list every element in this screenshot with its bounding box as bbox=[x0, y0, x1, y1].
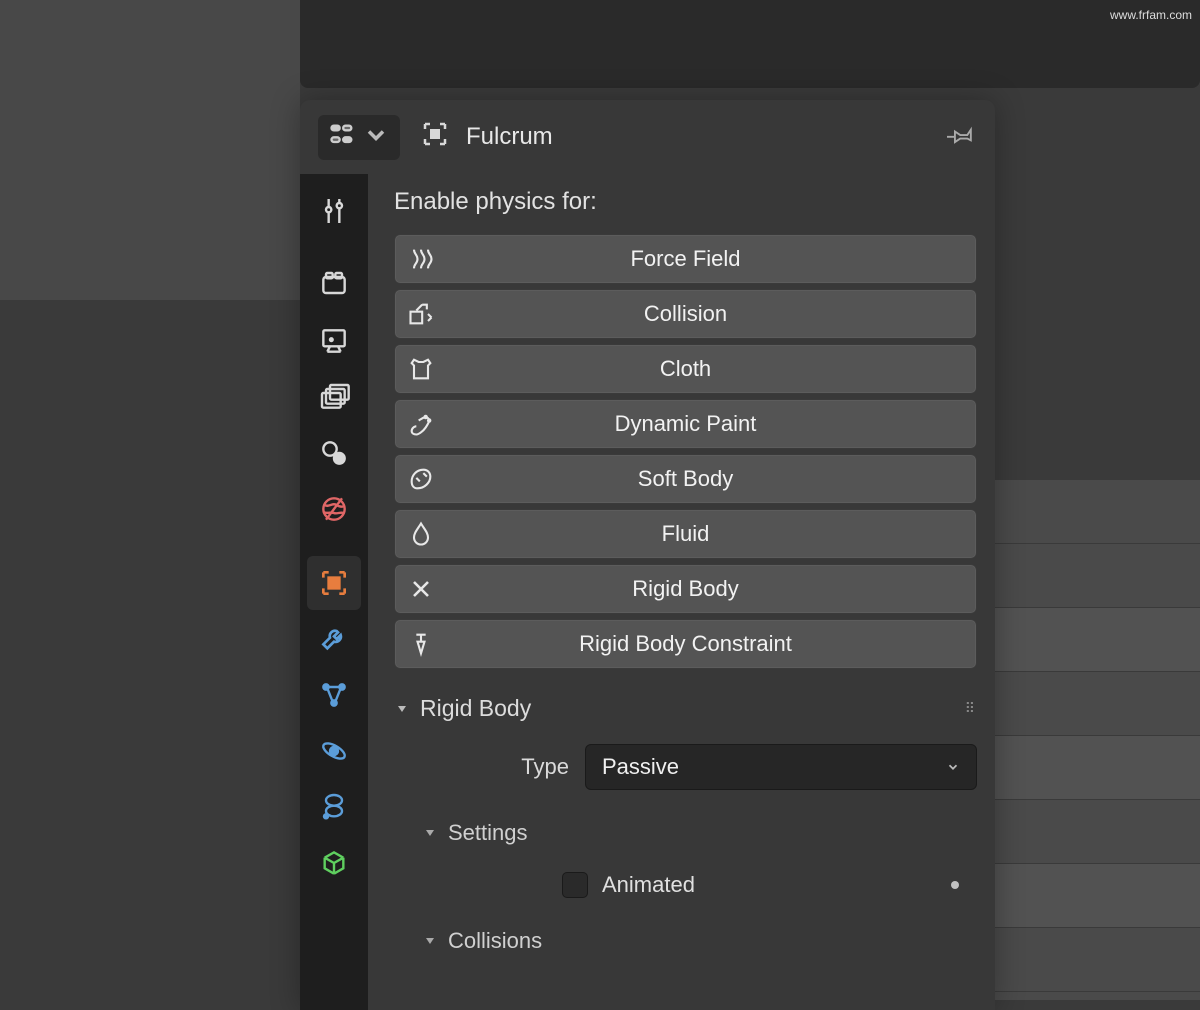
panel-body: Enable physics for: Force Field Collision… bbox=[300, 174, 995, 1010]
modifier-tab[interactable] bbox=[307, 612, 361, 666]
particles-tab[interactable] bbox=[307, 668, 361, 722]
object-tab[interactable] bbox=[307, 556, 361, 610]
object-name: Fulcrum bbox=[466, 123, 553, 151]
render-tab[interactable] bbox=[307, 258, 361, 312]
pin-button[interactable] bbox=[947, 120, 977, 155]
scene-tab[interactable] bbox=[307, 426, 361, 480]
fluid-icon bbox=[395, 520, 447, 548]
physics-button[interactable]: Rigid Body Constraint bbox=[394, 619, 977, 669]
viewlayer-tab[interactable] bbox=[307, 370, 361, 424]
physics-button-label: Fluid bbox=[447, 521, 976, 547]
type-row: Type Passive bbox=[394, 744, 977, 790]
physics-button-label: Rigid Body Constraint bbox=[447, 631, 976, 657]
physics-tab[interactable] bbox=[307, 724, 361, 778]
enable-physics-label: Enable physics for: bbox=[394, 188, 977, 216]
settings-header[interactable]: Settings bbox=[422, 816, 977, 850]
panel-header: Fulcrum bbox=[300, 100, 995, 174]
data-tab[interactable] bbox=[307, 836, 361, 890]
physics-button[interactable]: Cloth bbox=[394, 344, 977, 394]
physics-button-label: Dynamic Paint bbox=[447, 411, 976, 437]
properties-tabs bbox=[300, 174, 368, 1010]
viewport-bg bbox=[0, 0, 300, 300]
constraints-tab[interactable] bbox=[307, 780, 361, 834]
top-panel-bg bbox=[300, 0, 1200, 88]
watermark: www.frfam.com bbox=[1110, 8, 1192, 22]
settings-subpanel: Settings Animated bbox=[394, 816, 977, 898]
physics-button[interactable]: Soft Body bbox=[394, 454, 977, 504]
type-value: Passive bbox=[602, 754, 679, 780]
force-field-icon bbox=[395, 245, 447, 273]
physics-button-label: Force Field bbox=[447, 246, 976, 272]
world-tab[interactable] bbox=[307, 482, 361, 536]
physics-content: Enable physics for: Force Field Collision… bbox=[368, 174, 995, 1010]
editor-type-selector[interactable] bbox=[318, 115, 400, 160]
object-select-icon bbox=[420, 119, 450, 156]
physics-button[interactable]: Dynamic Paint bbox=[394, 399, 977, 449]
properties-panel: Fulcrum Enable physics for: Force Field bbox=[300, 100, 995, 1010]
collisions-title: Collisions bbox=[448, 928, 542, 954]
drag-handle-icon[interactable]: ⠿ bbox=[965, 700, 977, 717]
physics-button-label: Soft Body bbox=[447, 466, 976, 492]
collision-icon bbox=[395, 300, 447, 328]
rigid-body-header[interactable]: Rigid Body ⠿ bbox=[394, 691, 977, 726]
tool-tab[interactable] bbox=[307, 184, 361, 238]
output-tab[interactable] bbox=[307, 314, 361, 368]
animated-checkbox[interactable] bbox=[562, 872, 588, 898]
rigid-body-icon bbox=[395, 575, 447, 603]
type-select[interactable]: Passive bbox=[585, 744, 977, 790]
physics-button[interactable]: Fluid bbox=[394, 509, 977, 559]
collisions-subpanel: Collisions bbox=[394, 924, 977, 958]
physics-button[interactable]: Collision bbox=[394, 289, 977, 339]
rigid-body-constraint-icon bbox=[395, 630, 447, 658]
chevron-down-icon bbox=[362, 121, 390, 154]
animate-property-icon[interactable] bbox=[951, 881, 959, 889]
physics-button-label: Cloth bbox=[447, 356, 976, 382]
cloth-icon bbox=[395, 355, 447, 383]
settings-title: Settings bbox=[448, 820, 528, 846]
physics-button[interactable]: Force Field bbox=[394, 234, 977, 284]
animated-row: Animated bbox=[422, 872, 977, 898]
physics-button-label: Rigid Body bbox=[447, 576, 976, 602]
object-context[interactable]: Fulcrum bbox=[420, 119, 553, 156]
physics-button-label: Collision bbox=[447, 301, 976, 327]
rigid-body-title: Rigid Body bbox=[420, 695, 531, 722]
dynamic-paint-icon bbox=[395, 410, 447, 438]
collisions-header[interactable]: Collisions bbox=[422, 924, 977, 958]
type-label: Type bbox=[394, 754, 569, 780]
rigid-body-panel: Rigid Body ⠿ Type Passive Settings bbox=[394, 691, 977, 958]
physics-button[interactable]: Rigid Body bbox=[394, 564, 977, 614]
animated-label: Animated bbox=[602, 872, 937, 898]
outliner-bg bbox=[990, 480, 1200, 1000]
properties-icon bbox=[328, 121, 356, 154]
soft-body-icon bbox=[395, 465, 447, 493]
